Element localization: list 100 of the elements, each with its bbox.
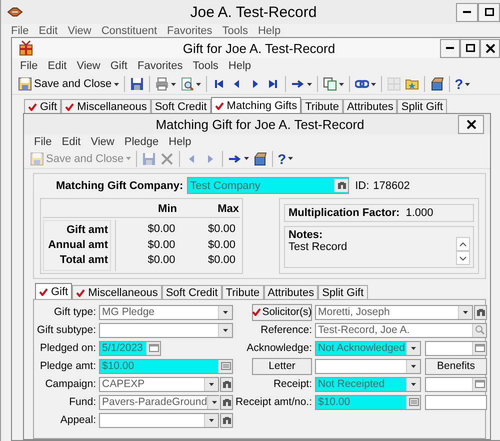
dropdown-field[interactable]: Pavers-ParadeGround — [99, 394, 219, 410]
maximize-button[interactable] — [460, 38, 480, 58]
lookup-field[interactable]: Test Company — [187, 177, 350, 194]
caret-icon — [223, 328, 228, 332]
lookup-button[interactable] — [334, 179, 348, 192]
menu-item[interactable]: Gift — [110, 60, 128, 72]
field-label: Receipt amt/no.: — [236, 396, 312, 408]
benefits-button[interactable]: Benefits — [425, 358, 487, 374]
caret-icon — [338, 82, 344, 86]
lookup-button[interactable] — [220, 376, 233, 392]
calendar-button[interactable] — [472, 342, 486, 354]
minimize-icon — [446, 47, 454, 49]
date-field[interactable] — [425, 376, 487, 392]
lookup-field[interactable]: Test-Record, Joe A. — [315, 322, 487, 338]
caret-icon — [411, 364, 416, 368]
letter-button[interactable]: Letter — [252, 358, 312, 374]
amount-field[interactable]: $10.00 — [315, 394, 421, 410]
dropdown-button[interactable] — [406, 342, 420, 354]
package-icon — [430, 77, 444, 91]
calendar-button[interactable] — [472, 378, 486, 390]
tab[interactable]: Attributes — [264, 285, 318, 299]
menu-item[interactable]: File — [11, 24, 29, 36]
tab[interactable]: Gift — [35, 283, 72, 299]
tab[interactable]: Soft Credit — [150, 99, 211, 113]
menu-item[interactable]: View — [90, 136, 114, 148]
calculator-button[interactable] — [406, 396, 420, 408]
dropdown-button[interactable] — [218, 306, 232, 318]
dropdown-button[interactable] — [204, 378, 218, 390]
calculator-button[interactable] — [218, 360, 232, 372]
package-icon — [252, 152, 267, 166]
lookup-button[interactable] — [220, 394, 233, 410]
tab[interactable]: Miscellaneous — [72, 285, 162, 299]
dropdown-field[interactable]: MG Pledge — [99, 304, 233, 320]
menu-item[interactable]: Favorites — [137, 60, 183, 72]
menu-item[interactable]: Tools — [222, 24, 248, 36]
dropdown-field[interactable] — [315, 358, 421, 374]
menu-item[interactable]: View — [68, 24, 92, 36]
calendar-icon — [474, 380, 484, 388]
menu-item[interactable]: Constituent — [101, 24, 158, 36]
dropdown-field[interactable]: Moretti, Joseph — [315, 304, 473, 320]
date-field[interactable] — [425, 340, 487, 356]
scroll-down-button[interactable] — [456, 251, 470, 265]
checked-button[interactable]: Solicitor(s) — [252, 304, 312, 320]
dropdown-button[interactable] — [458, 306, 472, 318]
tab[interactable]: Split Gift — [397, 99, 447, 113]
menu-item[interactable]: Help — [258, 24, 281, 36]
tab[interactable]: Attributes — [342, 99, 398, 113]
menu-item[interactable]: Edit — [38, 24, 58, 36]
caret-icon — [370, 82, 376, 86]
close-button[interactable] — [480, 38, 500, 58]
scroll-up-button[interactable] — [456, 237, 470, 251]
lookup-button[interactable] — [220, 412, 233, 428]
amount-field[interactable]: $10.00 — [99, 358, 233, 374]
calendar-icon — [474, 344, 484, 352]
dropdown-button[interactable] — [406, 360, 420, 372]
menu-item[interactable]: Tools — [192, 60, 218, 72]
folder-star-icon — [404, 77, 419, 91]
binoculars-icon — [336, 181, 347, 190]
minimize-button[interactable] — [456, 2, 478, 22]
menu-item[interactable]: Help — [228, 60, 252, 72]
menu-item[interactable]: Help — [168, 136, 192, 148]
toolbar-button[interactable]: Save and Close — [16, 75, 121, 93]
dropdown-field[interactable] — [99, 412, 219, 428]
close-icon — [466, 120, 476, 128]
tab[interactable]: Matching Gifts — [210, 97, 302, 113]
close-button[interactable] — [458, 114, 484, 134]
dropdown-field[interactable] — [99, 322, 233, 338]
menu-item[interactable]: Favorites — [167, 24, 212, 36]
tab[interactable]: Miscellaneous — [61, 99, 151, 113]
menu-item[interactable]: Edit — [62, 136, 81, 148]
factor-value: 1.000 — [406, 207, 434, 219]
tab[interactable]: Tribute — [222, 285, 264, 299]
tab[interactable]: Split Gift — [318, 285, 368, 299]
tab[interactable]: Tribute — [301, 99, 343, 113]
text-field[interactable] — [425, 394, 487, 410]
dropdown-button[interactable] — [406, 378, 420, 390]
toolbar-button[interactable] — [320, 75, 346, 93]
caret-icon — [411, 346, 416, 350]
date-field[interactable]: 5/1/2023 — [99, 340, 161, 356]
toolbar-button[interactable]: ? — [276, 150, 296, 168]
dropdown-field[interactable]: CAPEXP — [99, 376, 219, 392]
tab[interactable]: Soft Credit — [162, 285, 222, 299]
dropdown-field[interactable]: Not Acknowledged — [315, 340, 421, 356]
calendar-button[interactable] — [146, 342, 160, 354]
dropdown-button[interactable] — [207, 396, 222, 408]
maximize-button[interactable] — [478, 2, 500, 22]
minimize-button[interactable] — [440, 38, 460, 58]
dropdown-button[interactable] — [218, 324, 232, 336]
field-label: Reference: — [260, 324, 312, 336]
toolbar-button[interactable]: ? — [452, 75, 472, 93]
menu-item[interactable]: Pledge — [124, 136, 159, 148]
table-cell-text: $0.00 — [206, 253, 236, 268]
menu-item[interactable]: Edit — [48, 60, 67, 72]
lookup-button[interactable] — [474, 304, 487, 320]
menu-item[interactable]: File — [20, 60, 38, 72]
tab[interactable]: Gift — [24, 99, 62, 113]
dropdown-field[interactable]: Not Receipted — [315, 376, 421, 392]
menu-item[interactable]: File — [34, 136, 52, 148]
dropdown-button[interactable] — [204, 414, 218, 426]
menu-item[interactable]: View — [76, 60, 100, 72]
